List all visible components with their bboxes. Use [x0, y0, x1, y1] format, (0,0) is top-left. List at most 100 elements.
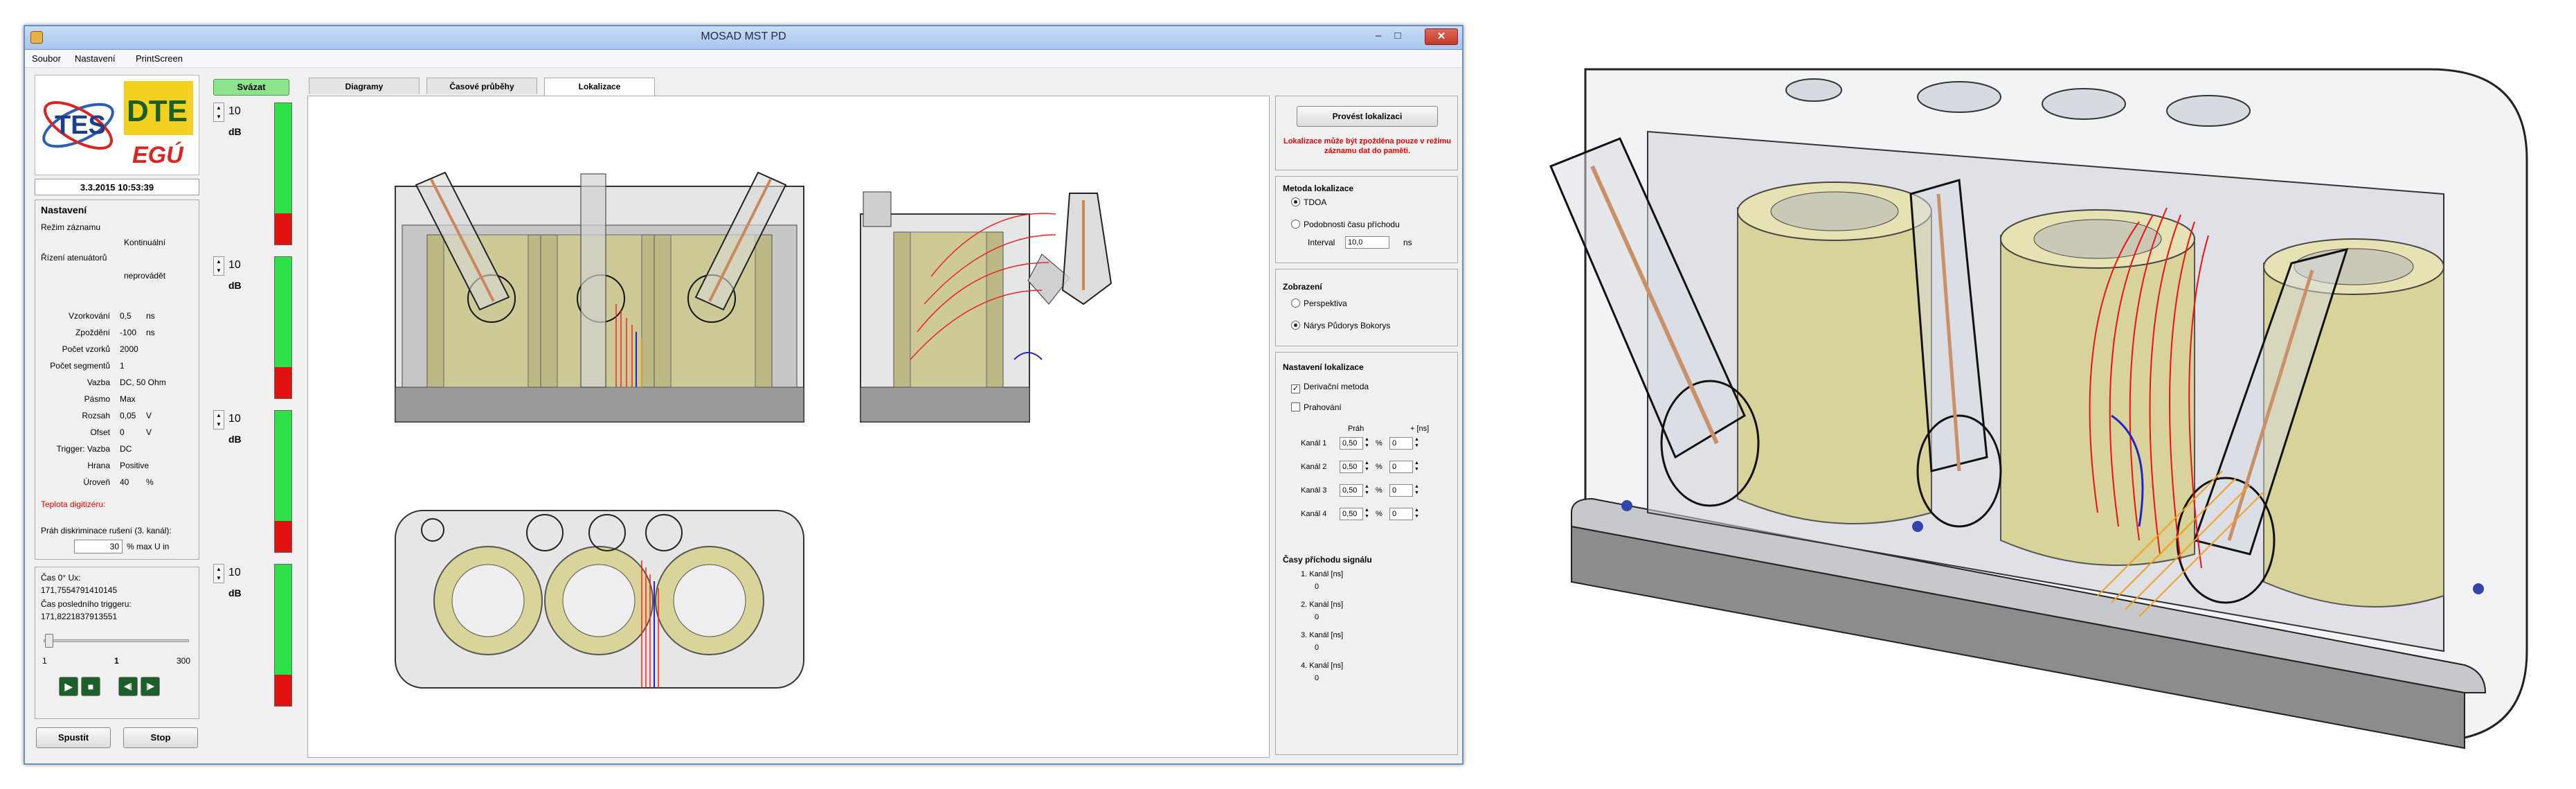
localization-canvas[interactable]	[307, 96, 1270, 758]
kanal-prah-spinner[interactable]: ▲ ▼	[1364, 436, 1369, 449]
prev-icon[interactable]: ◀|	[118, 677, 138, 696]
play-icon[interactable]: ▶	[59, 677, 78, 696]
tab-lokalizace[interactable]: Lokalizace	[544, 78, 655, 96]
radio-perspektiva[interactable]: Perspektiva	[1291, 299, 1347, 308]
setting-unit: V	[146, 427, 152, 437]
kanal-shift-spinner[interactable]: ▲ ▼	[1414, 460, 1419, 472]
channel-gain-value[interactable]: 10	[228, 413, 241, 425]
channel-gain-value[interactable]: 10	[228, 105, 241, 118]
channel-gain-value[interactable]: 10	[228, 567, 241, 579]
menu-nastaveni[interactable]: Nastavení	[75, 53, 116, 64]
check-derivacni-box[interactable]: ✓	[1291, 384, 1300, 393]
kanal-prah-input[interactable]: 0,50	[1340, 508, 1363, 520]
casy-value: 0	[1315, 613, 1319, 621]
kanal-label: Kanál 2	[1301, 463, 1327, 471]
channel-level-meter	[274, 256, 292, 399]
kanal-label: Kanál 3	[1301, 486, 1327, 495]
kanal-prah-input[interactable]: 0,50	[1340, 461, 1363, 473]
kanal-prah-input[interactable]: 0,50	[1340, 484, 1363, 497]
setting-unit: ns	[146, 328, 155, 337]
channel-spinner[interactable]: ▲ ▼	[213, 564, 224, 583]
stop-icon[interactable]: ■	[81, 677, 100, 696]
channel-level-meter	[274, 410, 292, 553]
kanal-prah-spinner[interactable]: ▲ ▼	[1364, 484, 1369, 496]
minimize-button[interactable]: –	[1369, 28, 1387, 45]
prah-label: Práh diskriminace rušení (3. kanál):	[41, 526, 172, 535]
radio-narys-dot[interactable]	[1291, 321, 1300, 330]
kanal-shift-input[interactable]: 0	[1389, 461, 1413, 473]
cas-value: 171,7554791410145	[41, 585, 118, 595]
provest-lokalizaci-button[interactable]: Provést lokalizaci	[1297, 106, 1438, 127]
channel-level-meter	[274, 103, 292, 245]
interval-input[interactable]: 10,0	[1345, 236, 1389, 249]
channel-block: ▲ ▼ 10 dB	[209, 256, 300, 402]
setting-label: Rozsah	[82, 411, 110, 420]
kanal-prah-spinner[interactable]: ▲ ▼	[1364, 507, 1369, 520]
kanal-shift-spinner[interactable]: ▲ ▼	[1414, 436, 1419, 449]
menu-printscreen[interactable]: PrintScreen	[136, 53, 183, 64]
zobrazeni-title: Zobrazení	[1283, 282, 1322, 292]
channel-block: ▲ ▼ 10 dB	[209, 103, 300, 248]
check-derivacni[interactable]: ✓ Derivační metoda	[1291, 382, 1369, 393]
kanal-label: Kanál 1	[1301, 439, 1327, 447]
channel-gain-value[interactable]: 10	[228, 259, 241, 272]
interval-value[interactable]: 10,0	[1345, 236, 1389, 249]
menu-soubor[interactable]: Soubor	[32, 53, 61, 64]
application-window: MOSAD MST PD – □ ✕ Soubor Nastavení Prin…	[24, 25, 1463, 765]
casy-value: 0	[1315, 644, 1319, 652]
setting-unit: %	[146, 477, 154, 487]
nastaveni-title: Nastavení lokalizace	[1283, 362, 1364, 372]
setting-label: Pásmo	[84, 394, 110, 404]
setting-label: Vzorkování	[68, 311, 110, 321]
maximize-button[interactable]: □	[1389, 28, 1407, 45]
kanal-prah-spinner[interactable]: ▲ ▼	[1364, 460, 1369, 472]
channel-gain-unit: dB	[228, 434, 242, 445]
channel-strip: Svázat ▲ ▼ 10 dB ▲ ▼ 10 dB ▲ ▼ 10 dB ▲ ▼ 10 …	[209, 75, 300, 754]
casy-label: 3. Kanál [ns]	[1301, 631, 1344, 639]
side-view	[860, 191, 1113, 423]
kanal-pct: %	[1376, 463, 1382, 471]
kanal-shift-spinner[interactable]: ▲ ▼	[1414, 484, 1419, 496]
setting-label: Vazba	[87, 378, 110, 387]
radio-perspektiva-dot[interactable]	[1291, 299, 1300, 308]
radio-podobnosti[interactable]: Podobnosti času příchodu	[1291, 220, 1400, 229]
logo-dte: DTE	[127, 94, 188, 128]
radio-podobnosti-dot[interactable]	[1291, 220, 1300, 229]
kanal-prah-input[interactable]: 0,50	[1340, 437, 1363, 450]
setting-label: Úroveň	[83, 477, 110, 487]
start-button[interactable]: Spustit	[36, 727, 111, 748]
kanal-shift-spinner[interactable]: ▲ ▼	[1414, 507, 1419, 520]
next-icon[interactable]: |▶	[141, 677, 160, 696]
coil-1	[1737, 181, 1932, 524]
check-prahovani[interactable]: Prahování	[1291, 402, 1342, 412]
front-view	[395, 171, 804, 423]
provest-box: Provést lokalizaci Lokalizace může být z…	[1275, 96, 1458, 170]
check-prahovani-box[interactable]	[1291, 402, 1300, 411]
channel-level-meter	[274, 564, 292, 707]
setting-value: DC	[120, 444, 132, 454]
tab-diagramy[interactable]: Diagramy	[309, 78, 420, 94]
setting-unit: V	[146, 411, 152, 420]
rizeni-label: Řízení atenuátorů	[41, 253, 107, 263]
casy-value: 0	[1315, 583, 1319, 591]
channel-spinner[interactable]: ▲ ▼	[213, 103, 224, 122]
setting-label: Počet vzorků	[62, 344, 110, 354]
radio-tdoa[interactable]: TDOA	[1291, 197, 1326, 207]
kanal-shift-input[interactable]: 0	[1389, 508, 1413, 520]
close-button[interactable]: ✕	[1425, 28, 1458, 45]
kanal-shift-input[interactable]: 0	[1389, 484, 1413, 497]
channel-spinner[interactable]: ▲ ▼	[213, 256, 224, 276]
radio-narys[interactable]: Nárys Půdorys Bokorys	[1291, 321, 1390, 330]
check-derivacni-label: Derivační metoda	[1304, 382, 1369, 391]
logo: TES DTE EGÚ	[35, 75, 199, 175]
kanal-shift-input[interactable]: 0	[1389, 437, 1413, 450]
frame-slider-thumb[interactable]	[45, 634, 53, 648]
left-panel: TES DTE EGÚ 3.3.2015 10:53:39 Nastavení …	[35, 75, 199, 754]
svazat-button[interactable]: Svázat	[213, 79, 289, 96]
stop-button[interactable]: Stop	[123, 727, 198, 748]
tab-casove-prubehy[interactable]: Časové průběhy	[426, 78, 537, 94]
prah-input[interactable]: 30	[74, 540, 123, 553]
channel-spinner[interactable]: ▲ ▼	[213, 410, 224, 429]
radio-tdoa-dot[interactable]	[1291, 197, 1300, 206]
trigger-value: 171,8221837913551	[41, 612, 118, 621]
